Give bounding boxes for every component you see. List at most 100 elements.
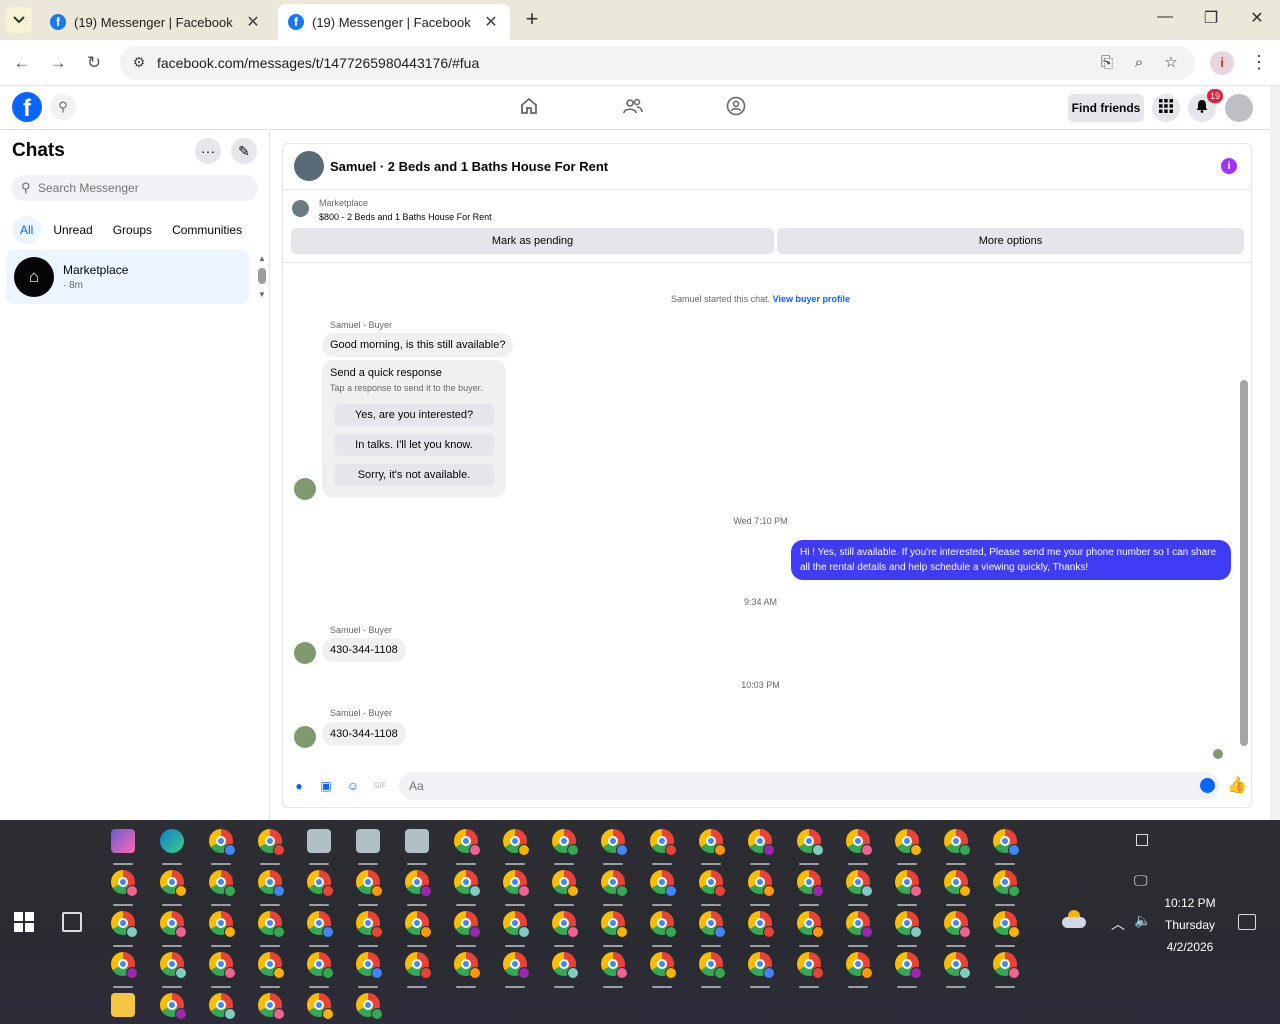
chrome-app-icon[interactable] [745, 949, 775, 988]
chrome-app-icon[interactable] [451, 949, 481, 988]
facebook-logo[interactable]: f [12, 92, 42, 122]
chrome-app-icon[interactable] [794, 949, 824, 988]
outgoing-message-bubble[interactable]: Hi ! Yes, still available. If you're int… [791, 540, 1231, 580]
restore-icon[interactable]: ❐ [1196, 8, 1226, 28]
close-tab-icon[interactable]: ✕ [482, 12, 500, 32]
url-text[interactable]: facebook.com/messages/t/1477265980443176… [157, 55, 479, 71]
chrome-app-icon[interactable] [353, 949, 383, 988]
info-icon[interactable]: i [1221, 158, 1237, 174]
chrome-app-icon[interactable] [108, 908, 138, 947]
app-icon[interactable] [402, 826, 432, 865]
chrome-app-icon[interactable] [500, 867, 530, 906]
chat-list-item-marketplace[interactable]: ⌂ Marketplace · 8m [6, 250, 249, 304]
site-settings-icon[interactable]: ⚙ [130, 54, 148, 72]
chrome-app-icon[interactable] [255, 949, 285, 988]
chrome-app-icon[interactable] [549, 826, 579, 865]
bookmark-star-icon[interactable]: ☆ [1162, 54, 1180, 72]
page-scrollbar[interactable] [1270, 86, 1280, 820]
chrome-app-icon[interactable] [304, 949, 334, 988]
filter-unread[interactable]: Unread [45, 216, 100, 244]
chrome-app-icon[interactable] [745, 908, 775, 947]
chrome-app-icon[interactable] [157, 990, 187, 1020]
search-messenger-input[interactable] [38, 179, 248, 197]
chrome-app-icon[interactable] [353, 908, 383, 947]
quick-reply-button[interactable]: Yes, are you interested? [334, 404, 494, 426]
chrome-app-icon[interactable] [451, 826, 481, 865]
incoming-message-bubble[interactable]: Good morning, is this still available? [322, 333, 514, 357]
chrome-app-icon[interactable] [843, 949, 873, 988]
omnibox[interactable]: ⚙ facebook.com/messages/t/14772659804431… [120, 46, 1195, 80]
chrome-app-icon[interactable] [794, 867, 824, 906]
zoom-icon[interactable]: ⌕ [1130, 54, 1148, 72]
incoming-message-bubble[interactable]: 430-344-1108 [322, 638, 406, 662]
chrome-app-icon[interactable] [647, 949, 677, 988]
chrome-app-icon[interactable] [696, 826, 726, 865]
chrome-app-icon[interactable] [843, 826, 873, 865]
close-window-icon[interactable]: ✕ [1242, 8, 1272, 28]
chrome-app-icon[interactable] [990, 908, 1020, 947]
search-icon[interactable]: ⚲ [50, 94, 76, 120]
chrome-app-icon[interactable] [206, 908, 236, 947]
chrome-app-icon[interactable] [500, 949, 530, 988]
windows-start-icon[interactable] [14, 912, 34, 932]
chrome-app-icon[interactable] [990, 826, 1020, 865]
chrome-app-icon[interactable] [892, 908, 922, 947]
chrome-app-icon[interactable] [549, 867, 579, 906]
chrome-app-icon[interactable] [647, 867, 677, 906]
chrome-app-icon[interactable] [206, 990, 236, 1020]
chrome-app-icon[interactable] [206, 826, 236, 865]
buyer-avatar[interactable] [294, 726, 316, 748]
chrome-app-icon[interactable] [500, 826, 530, 865]
chrome-app-icon[interactable] [598, 949, 628, 988]
new-tab-button[interactable]: + [520, 8, 544, 32]
chrome-app-icon[interactable] [549, 949, 579, 988]
chrome-app-icon[interactable] [598, 826, 628, 865]
incoming-message-bubble[interactable]: 430-344-1108 [322, 722, 406, 746]
tab-search-button[interactable] [6, 7, 32, 33]
chrome-app-icon[interactable] [255, 990, 285, 1020]
message-input[interactable] [399, 772, 1219, 800]
task-view-icon[interactable] [62, 912, 82, 932]
chrome-app-icon[interactable] [598, 867, 628, 906]
chrome-app-icon[interactable] [451, 867, 481, 906]
close-tab-icon[interactable]: ✕ [244, 12, 262, 32]
find-friends-button[interactable]: Find friends [1068, 94, 1144, 122]
chrome-app-icon[interactable] [696, 908, 726, 947]
chrome-app-icon[interactable] [353, 867, 383, 906]
chrome-app-icon[interactable] [892, 949, 922, 988]
chrome-app-icon[interactable] [402, 908, 432, 947]
reload-icon[interactable]: ↻ [83, 52, 105, 74]
chrome-app-icon[interactable] [941, 867, 971, 906]
chrome-app-icon[interactable] [549, 908, 579, 947]
chrome-app-icon[interactable] [696, 949, 726, 988]
chrome-app-icon[interactable] [647, 826, 677, 865]
chrome-app-icon[interactable] [500, 908, 530, 947]
chrome-app-icon[interactable] [941, 908, 971, 947]
browser-tab[interactable]: f (19) Messenger | Facebook ✕ [40, 4, 272, 40]
friends-icon[interactable] [621, 96, 645, 120]
app-icon[interactable] [304, 826, 334, 865]
show-hidden-icons-chevron-icon[interactable]: ︿ [1111, 914, 1125, 934]
chrome-app-icon[interactable] [108, 867, 138, 906]
chrome-app-icon[interactable] [843, 867, 873, 906]
system-clock[interactable]: 10:12 PM Thursday 4/2/2026 [1150, 892, 1230, 958]
more-options-button[interactable]: More options [777, 228, 1244, 254]
quick-reply-button[interactable]: In talks. I'll let you know. [334, 434, 494, 456]
gif-icon[interactable]: GIF [372, 778, 388, 794]
search-messenger-box[interactable]: ⚲ [12, 175, 258, 201]
browser-profile-icon[interactable]: i [1210, 51, 1234, 75]
chrome-app-icon[interactable] [255, 908, 285, 947]
filter-communities[interactable]: Communities [164, 216, 250, 244]
sticker-icon[interactable]: ☺ [345, 778, 361, 794]
filter-groups[interactable]: Groups [105, 216, 160, 244]
chrome-app-icon[interactable] [745, 867, 775, 906]
install-app-icon[interactable]: ⎘ [1098, 54, 1116, 72]
browser-tab-active[interactable]: f (19) Messenger | Facebook ✕ [278, 4, 510, 40]
filter-all[interactable]: All [12, 216, 42, 244]
chrome-app-icon[interactable] [892, 826, 922, 865]
like-icon[interactable]: 👍 [1227, 775, 1247, 795]
sidebar-scroll-thumb[interactable] [258, 268, 266, 284]
home-icon[interactable] [517, 96, 541, 120]
quick-reply-button[interactable]: Sorry, it's not available. [334, 464, 494, 486]
chrome-app-icon[interactable] [843, 908, 873, 947]
